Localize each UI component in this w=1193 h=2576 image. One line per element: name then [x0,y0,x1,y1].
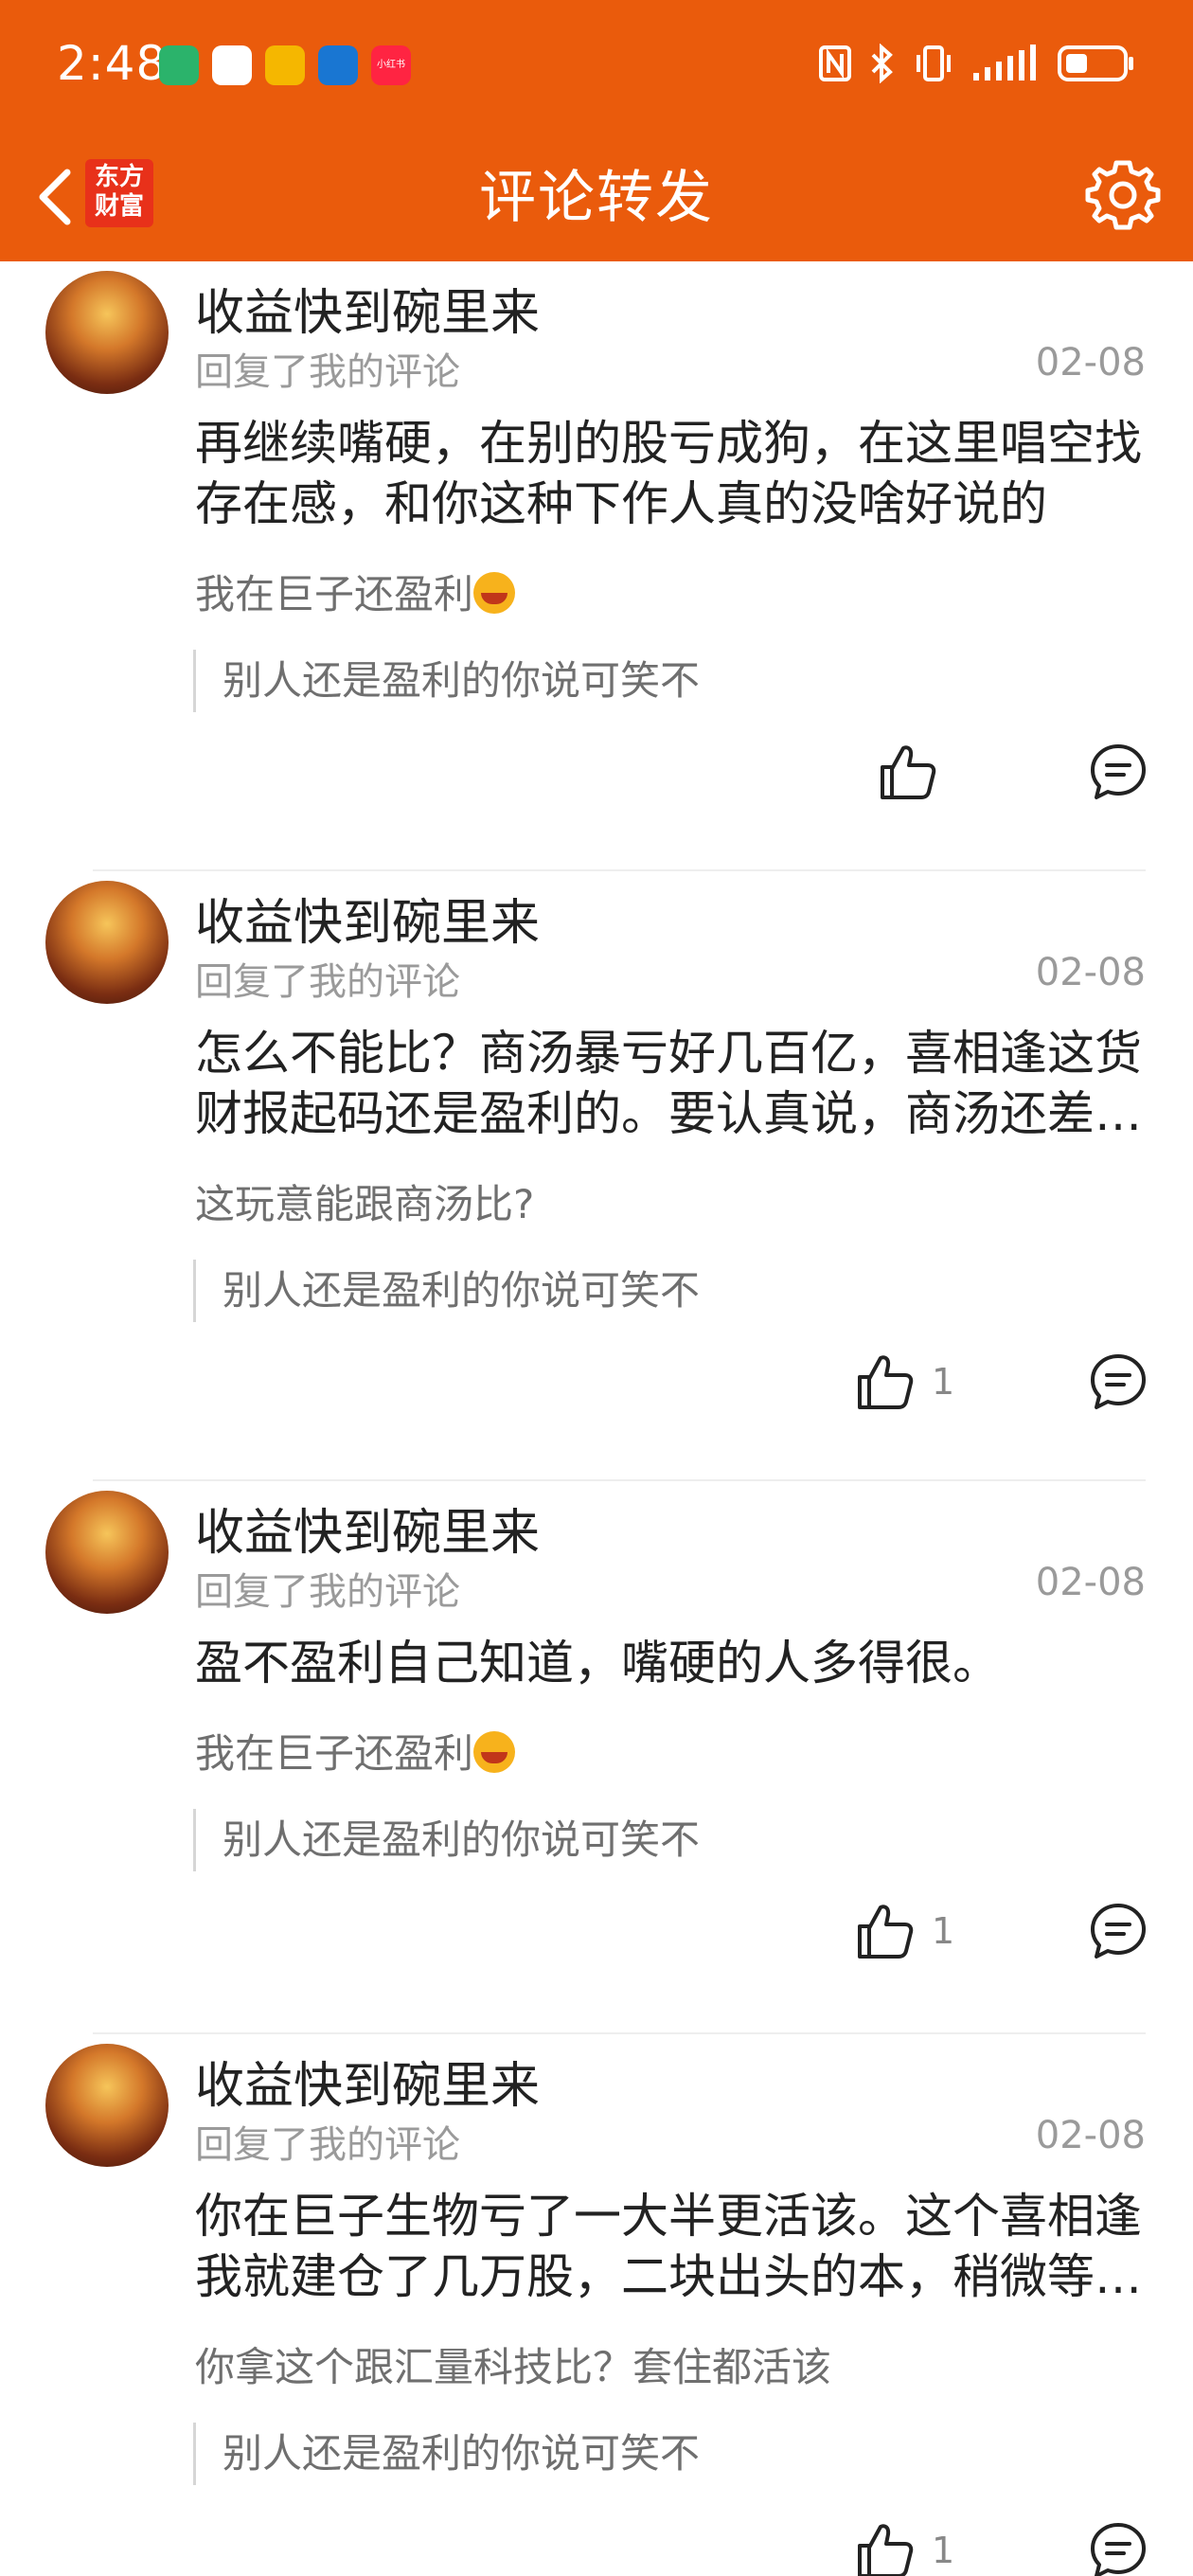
comment-date: 02-08 [1035,341,1146,385]
like-button[interactable]: 1 [856,1352,954,1411]
thumbs-up-icon [881,745,936,799]
bluetooth-icon [871,44,893,83]
action-label: 回复了我的评论 [195,350,460,394]
comment-item[interactable]: 收益快到碗里来 回复了我的评论 02-08 盈不盈利自己知道，嘴硬的人多得很。 … [0,1481,1193,2034]
grin-emoji-icon [473,1731,516,1773]
quoted-comment: 我在巨子还盈利 [195,563,516,620]
system-icons [818,44,1136,83]
quoted-text: 我在巨子还盈利 [195,571,474,617]
quoted-text: 你拿这个跟汇量科技比？套住都活该 [195,2344,832,2390]
notification-icons: 小红书 [159,45,411,85]
comment-list: 收益快到碗里来 回复了我的评论 02-08 再继续嘴硬，在别的股亏成狗，在这里唱… [0,261,1193,2576]
page-title: 评论转发 [479,165,714,231]
top-bar: 2:48 小红书 东方 财富 评论转发 [0,0,1193,261]
original-comment[interactable]: 别人还是盈利的你说可笑不 [193,1260,700,1322]
reply-button[interactable] [1089,742,1148,801]
reply-button[interactable] [1089,1902,1148,1960]
avatar[interactable] [45,1491,169,1614]
xiaohongshu-app-icon: 小红书 [371,45,411,85]
avatar[interactable] [45,271,169,394]
user-name[interactable]: 收益快到碗里来 [195,273,540,344]
quoted-text: 这玩意能跟商汤比? [195,1181,535,1227]
like-button[interactable]: 1 [856,2521,954,2576]
comment-item[interactable]: 收益快到碗里来 回复了我的评论 02-08 再继续嘴硬，在别的股亏成狗，在这里唱… [0,261,1193,871]
status-bar: 2:48 小红书 [0,0,1193,138]
comment-bubble-icon [1091,744,1146,799]
user-name[interactable]: 收益快到碗里来 [195,1493,540,1564]
quoted-comment: 你拿这个跟汇量科技比？套住都活该 [195,2335,831,2393]
comment-text[interactable]: 你在巨子生物亏了一大半更活该。这个喜相逢我就建仓了几万股，二块出头的本，稍微等等… [195,2186,1146,2307]
avatar[interactable] [45,881,169,1004]
quoted-comment: 我在巨子还盈利 [195,1722,516,1780]
like-button[interactable]: 1 [856,1902,954,1960]
thumbs-up-icon [858,1905,914,1959]
comment-date: 02-08 [1035,951,1146,994]
comment-text[interactable]: 盈不盈利自己知道，嘴硬的人多得很。 [195,1633,1146,1693]
up-app-icon [318,45,358,85]
comment-date: 02-08 [1035,2114,1146,2157]
signal-icon [973,45,1036,80]
action-label: 回复了我的评论 [195,960,460,1004]
settings-button[interactable] [1085,157,1161,233]
navigation-bar: 东方 财富 评论转发 [0,138,1193,261]
like-button[interactable] [879,742,937,801]
action-label: 回复了我的评论 [195,1570,460,1614]
nfc-icon [819,45,851,81]
comment-text[interactable]: 怎么不能比？商汤暴亏好几百亿，喜相逢这货财报起码还是盈利的。要认真说，商汤还差得… [195,1023,1146,1144]
status-time: 2:48 [57,36,168,91]
thumbs-up-icon [858,2524,914,2576]
gear-icon [1085,160,1161,230]
avatar[interactable] [45,2044,169,2167]
grin-emoji-icon [473,572,516,614]
mail-app-icon [265,45,305,85]
action-label: 回复了我的评论 [195,2123,460,2167]
comment-bubble-icon [1091,1904,1146,1959]
like-count: 1 [932,2530,955,2571]
reply-button[interactable] [1089,1352,1148,1411]
like-count: 1 [932,1361,955,1403]
user-name[interactable]: 收益快到碗里来 [195,2046,540,2117]
comment-item[interactable]: 收益快到碗里来 回复了我的评论 02-08 你在巨子生物亏了一大半更活该。这个喜… [0,2034,1193,2576]
like-count: 1 [932,1910,955,1952]
quoted-comment: 这玩意能跟商汤比? [195,1172,534,1230]
comment-bubble-icon [1091,2523,1146,2576]
comment-text[interactable]: 再继续嘴硬，在别的股亏成狗，在这里唱空找存在感，和你这种下作人真的没啥好说的 [195,413,1146,534]
user-name[interactable]: 收益快到碗里来 [195,883,540,954]
original-comment[interactable]: 别人还是盈利的你说可笑不 [193,1809,700,1871]
thumbs-up-icon [858,1355,914,1409]
original-comment[interactable]: 别人还是盈利的你说可笑不 [193,650,700,712]
comment-item[interactable]: 收益快到碗里来 回复了我的评论 02-08 怎么不能比？商汤暴亏好几百亿，喜相逢… [0,871,1193,1481]
comment-bubble-icon [1091,1354,1146,1409]
bank-app-icon [212,45,252,85]
home-app-icon [159,45,199,85]
battery-icon [1058,45,1133,81]
quoted-text: 我在巨子还盈利 [195,1730,474,1777]
comment-date: 02-08 [1035,1561,1146,1604]
reply-button[interactable] [1089,2521,1148,2576]
vibrate-icon [917,45,951,81]
original-comment[interactable]: 别人还是盈利的你说可笑不 [193,2423,700,2485]
